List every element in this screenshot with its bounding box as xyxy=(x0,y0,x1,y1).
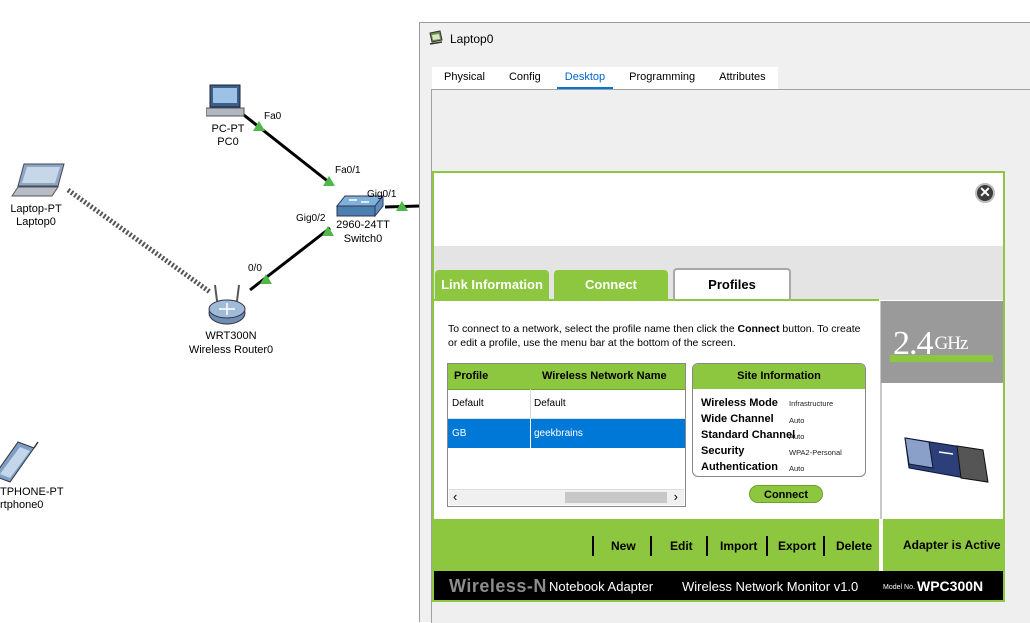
site-label: Wide Channel xyxy=(701,413,774,425)
site-value: Infrastructure xyxy=(789,399,834,408)
horizontal-scrollbar[interactable]: ‹ › xyxy=(449,489,684,505)
device-name-label: Wireless Router0 xyxy=(188,344,274,356)
tab-config[interactable]: Config xyxy=(497,67,553,89)
device-type-label: 2960-24TT xyxy=(336,219,390,231)
action-separator xyxy=(592,536,594,556)
tab-attributes[interactable]: Attributes xyxy=(707,67,777,89)
brand-logo: Wireless-N xyxy=(449,576,547,596)
site-value: WPA2-Personal xyxy=(789,448,842,457)
tab-physical[interactable]: Physical xyxy=(432,67,497,89)
column-header-network: Wireless Network Name xyxy=(542,370,667,382)
tab-link-information[interactable]: Link Information xyxy=(435,270,549,300)
wireless-link-laptop0-router0 xyxy=(66,187,212,295)
profile-cell: Default xyxy=(452,398,484,409)
site-information-panel: Site Information Wireless Mode Infrastru… xyxy=(692,363,866,477)
device-type-label: WRT300N xyxy=(205,330,257,342)
port-label: Gig0/1 xyxy=(367,189,397,200)
table-row[interactable]: GB geekbrains xyxy=(448,419,685,448)
profile-cell: GB xyxy=(452,428,467,439)
column-divider xyxy=(530,389,531,418)
import-button[interactable]: Import xyxy=(720,538,757,554)
new-button[interactable]: New xyxy=(611,538,636,554)
column-header-profile: Profile xyxy=(454,370,489,382)
profile-table-header: Profile Wireless Network Name xyxy=(448,364,685,390)
site-information-title: Site Information xyxy=(693,364,865,389)
device-name-label: rtphone0 xyxy=(0,499,44,511)
action-separator xyxy=(706,536,708,556)
instructions-bold: Connect xyxy=(737,323,780,335)
topology-canvas[interactable]: PC-PT PC0 Laptop-PT Laptop0 2960-24TT Sw… xyxy=(0,0,420,621)
site-label: Authentication xyxy=(701,461,778,473)
instructions-text: To connect to a network, select the prof… xyxy=(448,323,738,335)
model-label: Model No. xyxy=(883,584,915,591)
tab-desktop[interactable]: Desktop xyxy=(553,67,617,90)
wireless-router-icon[interactable] xyxy=(205,283,249,327)
tab-connect[interactable]: Connect xyxy=(554,270,668,300)
site-value: Auto xyxy=(789,416,805,425)
device-name-label: Laptop0 xyxy=(16,216,56,228)
window-title: Laptop0 xyxy=(450,32,494,46)
pc-card-adapter-icon xyxy=(904,437,989,483)
adapter-status-text: Adapter is Active xyxy=(903,538,1001,552)
table-row[interactable]: Default Default xyxy=(448,389,685,418)
action-separator xyxy=(823,536,825,556)
connect-button[interactable]: Connect xyxy=(749,485,823,503)
device-name-label: PC0 xyxy=(217,136,239,148)
port-label: 0/0 xyxy=(248,263,262,274)
pc-icon[interactable] xyxy=(206,84,246,120)
laptop-icon[interactable] xyxy=(10,162,66,202)
laptop-window-icon xyxy=(429,30,443,45)
device-name-label: Switch0 xyxy=(343,233,383,245)
site-label: Wireless Mode xyxy=(701,397,778,409)
band-unit: GHz xyxy=(934,333,969,354)
column-divider xyxy=(530,419,531,448)
model-number: WPC300N xyxy=(917,578,984,594)
site-label: Standard Channel xyxy=(701,429,796,441)
port-label: Fa0/1 xyxy=(335,165,361,176)
action-separator xyxy=(766,536,768,556)
site-value: Auto xyxy=(789,464,805,473)
tab-profiles[interactable]: Profiles xyxy=(673,268,791,300)
scroll-right-icon[interactable]: › xyxy=(674,489,678,504)
smartphone-icon[interactable] xyxy=(0,438,40,484)
site-label: Security xyxy=(701,445,745,457)
export-button[interactable]: Export xyxy=(778,538,816,554)
port-label: Gig0/2 xyxy=(296,213,326,224)
device-type-label: Laptop-PT xyxy=(10,203,62,215)
tab-programming[interactable]: Programming xyxy=(617,67,707,89)
product-name: Notebook Adapter xyxy=(549,579,654,594)
device-type-label: TPHONE-PT xyxy=(0,486,64,498)
band-label: 2.4 GHz xyxy=(893,325,969,362)
site-value: Auto xyxy=(789,432,805,441)
scroll-left-icon[interactable]: ‹ xyxy=(453,489,457,504)
profiles-instructions: To connect to a network, select the prof… xyxy=(448,322,868,350)
delete-button[interactable]: Delete xyxy=(836,538,872,554)
port-label: Fa0 xyxy=(264,111,282,122)
network-cell: Default xyxy=(534,398,566,409)
network-cell: geekbrains xyxy=(534,428,583,439)
scrollbar-thumb[interactable] xyxy=(565,492,667,503)
tab-underline xyxy=(434,299,879,301)
action-separator xyxy=(650,536,652,556)
edit-button[interactable]: Edit xyxy=(670,538,693,554)
monitor-version: Wireless Network Monitor v1.0 xyxy=(682,579,859,594)
device-type-label: PC-PT xyxy=(211,123,245,135)
profile-table: Profile Wireless Network Name Default De… xyxy=(447,363,686,507)
device-tabs: Physical Config Desktop Programming Attr… xyxy=(432,67,778,90)
close-button[interactable]: ✕ xyxy=(975,183,995,203)
link-pc0-switch0 xyxy=(239,110,331,185)
band-number: 2.4 xyxy=(893,325,933,362)
